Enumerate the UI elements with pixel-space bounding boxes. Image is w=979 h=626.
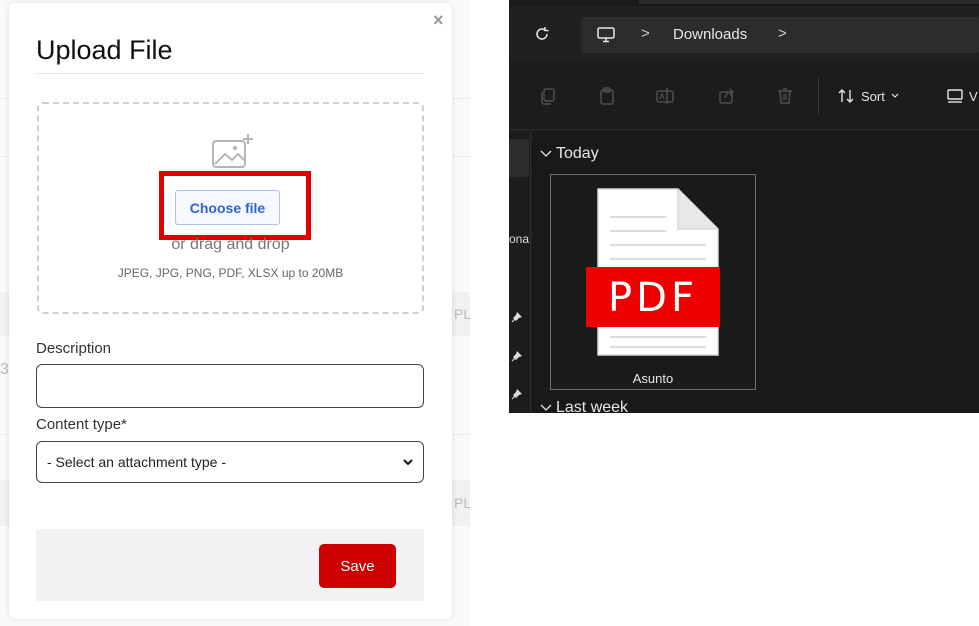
close-modal-button[interactable]: ×	[433, 11, 444, 29]
modal-title: Upload File	[36, 35, 173, 65]
navigation-pane: ona	[509, 131, 531, 413]
file-list-area: Today PDF Asunto Last week	[532, 131, 979, 413]
sort-button[interactable]: Sort	[837, 86, 899, 106]
file-name-label: Asunto	[632, 371, 674, 386]
nav-selected-item[interactable]	[509, 139, 529, 177]
chevron-down-icon	[540, 150, 552, 157]
save-button[interactable]: Save	[319, 544, 396, 588]
nav-item-label[interactable]: ona	[509, 232, 529, 246]
content-type-selected-value: - Select an attachment type -	[47, 454, 226, 470]
group-label: Today	[556, 145, 599, 162]
drag-drop-text: or drag and drop	[171, 236, 290, 253]
pin-icon	[511, 351, 522, 362]
share-icon[interactable]	[717, 86, 737, 106]
upload-file-modal: × Upload File Choose file or drag and dr…	[9, 3, 452, 619]
sort-label: Sort	[861, 88, 885, 104]
breadcrumb-separator[interactable]: >	[778, 25, 787, 42]
group-label: Last week	[556, 399, 629, 413]
pdf-file-icon: PDF	[586, 188, 720, 356]
content-type-select[interactable]: - Select an attachment type -	[36, 441, 424, 483]
add-image-icon	[212, 134, 253, 168]
view-label: V	[969, 88, 978, 104]
modal-footer: Save	[36, 529, 424, 601]
view-button[interactable]: V	[947, 86, 978, 106]
rename-icon[interactable]	[655, 86, 675, 106]
pin-icon	[511, 389, 522, 400]
refresh-icon[interactable]	[534, 26, 550, 42]
highlight-annotation-box	[159, 171, 311, 240]
title-divider	[36, 73, 424, 74]
pin-icon	[511, 312, 522, 323]
command-bar: Sort V	[509, 62, 979, 130]
sort-arrows-icon	[838, 89, 854, 103]
group-header-last-week[interactable]: Last week	[540, 399, 628, 413]
background-text-fragment: PL	[454, 495, 470, 511]
file-dropzone[interactable]: Choose file or drag and drop JPEG, JPG, …	[37, 102, 424, 314]
file-item-asunto[interactable]: PDF Asunto	[550, 174, 756, 390]
screenshot-stage: { "upload_modal": { "title": "Upload Fil…	[0, 0, 979, 626]
copy-icon[interactable]	[537, 86, 557, 106]
content-type-label: Content type*	[36, 416, 127, 433]
background-text-fragment: 3	[0, 361, 9, 378]
this-pc-icon	[597, 27, 615, 43]
group-header-today[interactable]: Today	[540, 145, 599, 163]
toolbar-divider	[818, 78, 819, 114]
address-bar-row: > Downloads >	[509, 6, 979, 62]
chevron-down-icon	[891, 93, 899, 98]
description-input[interactable]	[36, 364, 424, 408]
description-label: Description	[36, 340, 112, 357]
chevron-down-icon	[403, 459, 413, 466]
file-explorer-window: > Downloads > Sort V ona Today PDF Asunt…	[509, 0, 979, 413]
address-bar[interactable]: > Downloads >	[581, 17, 979, 53]
view-icon	[947, 89, 963, 103]
background-text-fragment: PL	[454, 306, 470, 322]
delete-icon[interactable]	[775, 86, 795, 106]
chevron-down-icon	[540, 404, 552, 411]
breadcrumb-downloads[interactable]: Downloads	[673, 26, 747, 43]
paste-icon[interactable]	[597, 86, 617, 106]
breadcrumb-separator: >	[641, 25, 650, 42]
pdf-badge-text: PDF	[608, 275, 698, 321]
tab-strip-highlight	[639, 0, 979, 4]
file-types-hint: JPEG, JPG, PNG, PDF, XLSX up to 20MB	[117, 266, 344, 280]
